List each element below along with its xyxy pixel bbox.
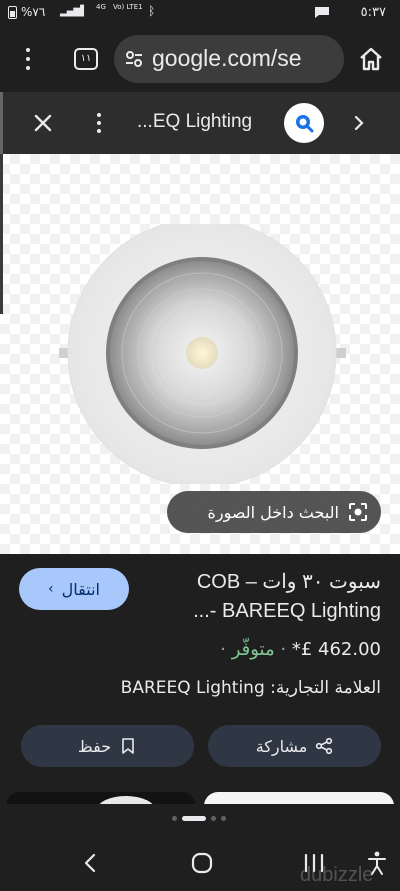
pager-dots [0,804,400,834]
separator: · [280,639,287,660]
home-nav-icon[interactable] [190,851,214,875]
message-icon [315,7,329,18]
back-icon[interactable] [80,852,100,874]
battery-percent: %٧٦ [21,5,46,19]
search-icon [296,115,314,133]
share-icon [316,737,333,755]
search-inside-image-button[interactable]: البحث داخل الصورة [167,491,381,533]
pager-dot [221,816,226,821]
browser-toolbar: ١١ google.com/se [0,26,400,92]
system-navigation-bar: dubizzle [0,834,400,891]
chevron-right-icon[interactable] [350,113,368,133]
share-label: مشاركة [255,736,308,756]
save-label: حفظ [77,736,112,756]
scroll-indicator [0,92,3,154]
pager-dot-active [182,816,206,821]
battery-icon [8,6,17,19]
more-options-icon[interactable] [95,111,103,135]
product-panel: سبوت ٣٠ وات – COB BAREEQ Lighting -... ا… [0,554,400,804]
price-availability: 462.00 £* · متوفّر · [220,639,381,660]
url-text[interactable]: google.com/se [152,45,302,72]
related-results-peek [0,792,400,804]
lens-icon [349,503,367,521]
goto-label: انتقال [61,579,100,599]
network-type: 4G [96,3,106,11]
lte-indicator: Vo) LTE1 [113,3,143,11]
signal-icon: ▂▄▆▌ [60,6,88,17]
save-button[interactable]: حفظ [21,725,194,767]
address-bar[interactable]: google.com/se [114,35,344,83]
clock: ٥:٣٧ [360,5,386,20]
related-card[interactable] [6,792,196,804]
chevron-right-icon: › [48,581,54,597]
bluetooth-icon: ᛒ [148,4,156,18]
share-button[interactable]: مشاركة [208,725,381,767]
close-icon[interactable] [30,110,56,136]
pager-dot [172,816,177,821]
product-image-area[interactable]: البحث داخل الصورة [0,154,400,554]
goto-button[interactable]: انتقال › [19,568,129,610]
availability: متوفّر [231,639,275,660]
price: 462.00 £* [291,639,381,660]
watermark: dubizzle [300,864,374,886]
lens-result-title: ...EQ Lighting [137,111,253,132]
site-settings-icon[interactable] [124,49,144,69]
search-inside-label: البحث داخل الصورة [207,502,339,522]
product-title[interactable]: سبوت ٣٠ وات – COB BAREEQ Lighting -... [156,568,381,626]
scroll-indicator [0,154,3,314]
site-favicon[interactable] [284,103,324,143]
tab-switcher-button[interactable]: ١١ [74,48,98,70]
home-icon[interactable] [358,46,384,72]
browser-menu-icon[interactable] [18,44,38,74]
related-card[interactable] [204,792,394,804]
brand: العلامة التجارية: BAREEQ Lighting [120,678,381,698]
pager-dot [211,816,216,821]
bookmark-icon [122,738,134,754]
status-bar: %٧٦ ▂▄▆▌ 4G Vo) LTE1 ᛒ ٥:٣٧ [0,0,400,26]
lens-header: ...EQ Lighting [0,92,400,154]
product-image [59,224,346,484]
